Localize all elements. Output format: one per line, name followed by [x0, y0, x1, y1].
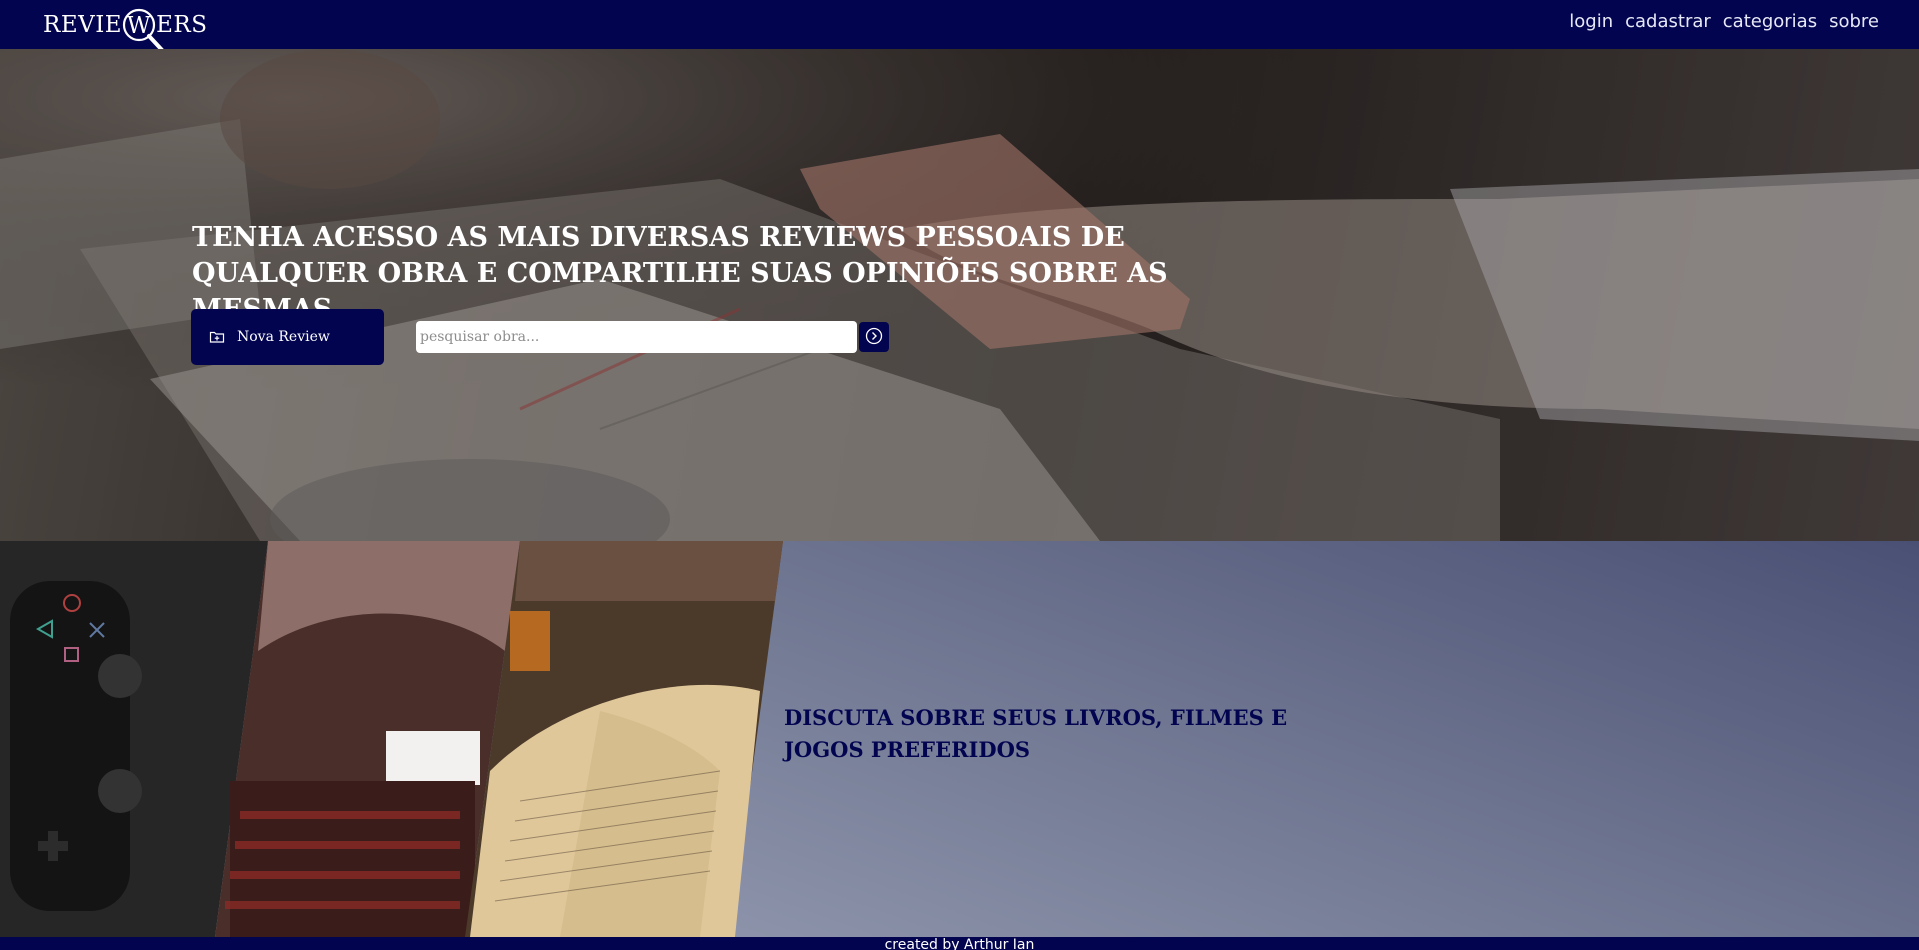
logo-mark-letter: W: [127, 13, 151, 39]
nav-categorias-link[interactable]: categorias: [1723, 11, 1817, 32]
top-navbar: REVIE W ERS login cadastrar categorias s…: [0, 0, 1919, 52]
footer: created by Arthur Ian: [0, 937, 1919, 950]
main-nav: login cadastrar categorias sobre: [1569, 11, 1879, 32]
categories-section: DISCUTA SOBRE SEUS LIVROS, FILMES E JOGO…: [0, 541, 1919, 937]
hero-section: TENHA ACESSO AS MAIS DIVERSAS REVIEWS PE…: [0, 49, 1919, 541]
search-input[interactable]: [416, 321, 857, 353]
new-review-button[interactable]: Nova Review: [191, 309, 384, 365]
search-submit-button[interactable]: [859, 322, 889, 352]
media-collage-image: [0, 541, 783, 937]
folder-plus-icon: [209, 329, 225, 345]
logo-text-left: REVIE: [43, 11, 123, 38]
magnifier-logo-icon: W: [122, 8, 165, 52]
categories-heading: DISCUTA SOBRE SEUS LIVROS, FILMES E JOGO…: [784, 705, 1288, 762]
nav-cadastrar-link[interactable]: cadastrar: [1625, 11, 1711, 32]
nav-sobre-link[interactable]: sobre: [1829, 11, 1879, 32]
new-review-label: Nova Review: [237, 329, 330, 345]
nav-login-link[interactable]: login: [1569, 11, 1613, 32]
site-logo[interactable]: REVIE W ERS: [43, 0, 207, 52]
arrow-right-circle-icon: [865, 327, 883, 348]
search-bar: [416, 321, 889, 353]
footer-credit: created by Arthur Ian: [884, 937, 1035, 950]
